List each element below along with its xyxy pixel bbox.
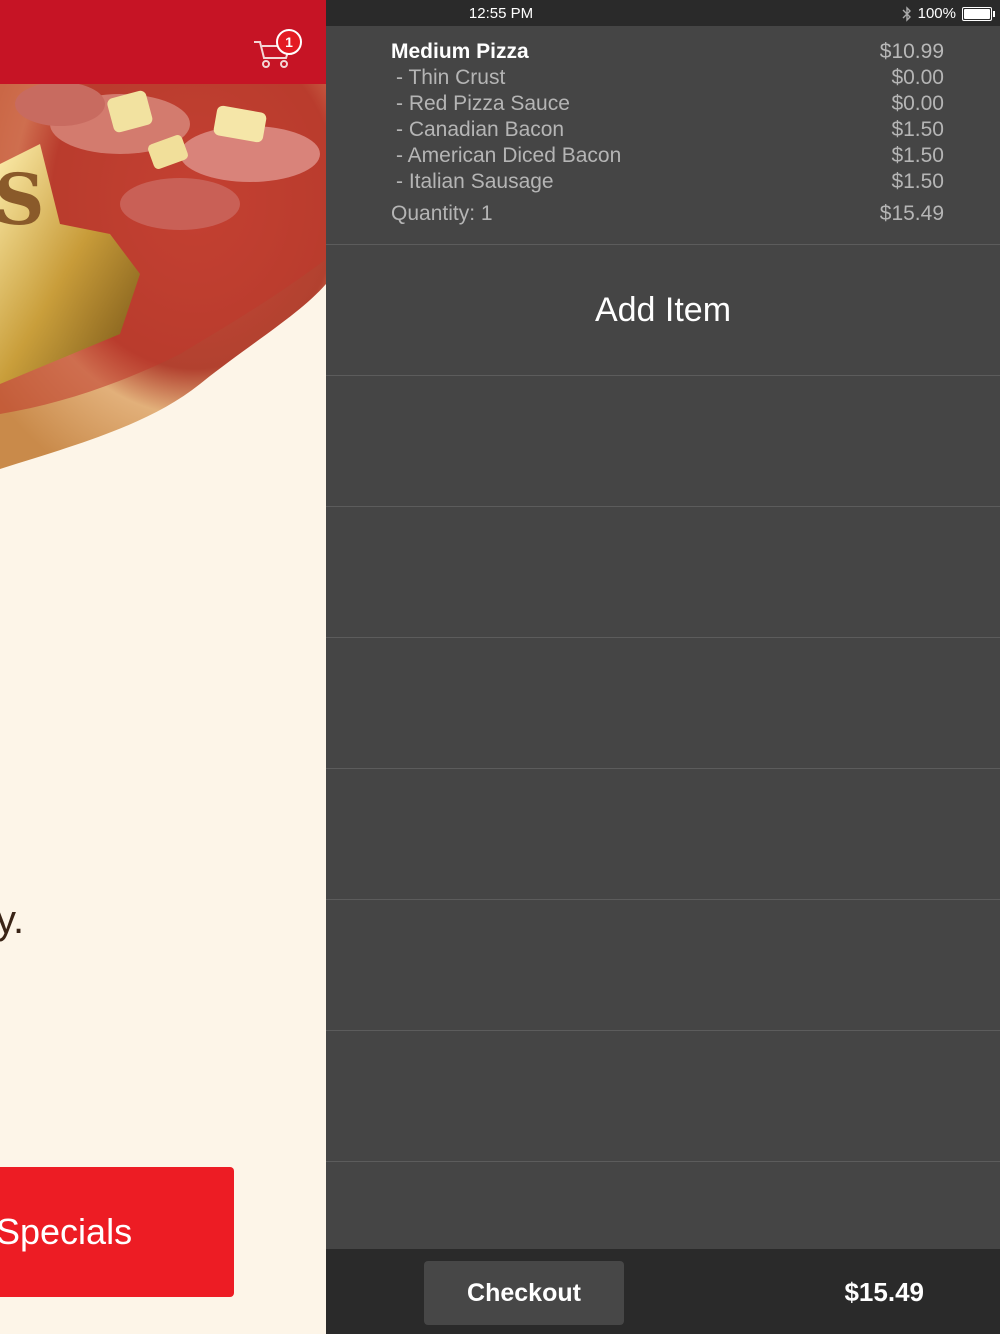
empty-cart-row xyxy=(326,507,1000,638)
modifier-price: $1.50 xyxy=(891,118,944,141)
empty-cart-row xyxy=(326,769,1000,900)
order-total: $15.49 xyxy=(844,1277,924,1307)
left-partial-text: y. xyxy=(0,898,25,942)
bluetooth-icon xyxy=(902,5,911,22)
modifier-row: - Thin Crust $0.00 xyxy=(396,66,944,92)
modifier-price: $1.50 xyxy=(891,170,944,193)
line-total: $15.49 xyxy=(879,202,944,225)
modifier-price: $0.00 xyxy=(891,66,944,89)
modifier-label: - Thin Crust xyxy=(396,66,506,89)
modifier-label: - Canadian Bacon xyxy=(396,118,565,141)
order-line-item[interactable]: Medium Pizza $10.99 - Thin Crust $0.00 -… xyxy=(326,26,1000,245)
empty-cart-row xyxy=(326,376,1000,507)
modifier-row: - Canadian Bacon $1.50 xyxy=(396,118,944,144)
status-bar: 12:55 PM 100% xyxy=(326,0,1000,26)
modifier-price: $0.00 xyxy=(891,92,944,115)
left-header: 1 xyxy=(0,0,326,84)
specials-button[interactable]: Specials xyxy=(0,1167,234,1297)
battery-icon xyxy=(962,6,995,21)
status-time: 12:55 PM xyxy=(468,5,534,22)
cart-panel: Medium Pizza $10.99 - Thin Crust $0.00 -… xyxy=(326,26,1000,1249)
add-item-button[interactable]: Add Item xyxy=(326,245,1000,376)
modifier-label: - American Diced Bacon xyxy=(396,144,622,167)
cart-count-badge: 1 xyxy=(276,29,302,55)
svg-text:S: S xyxy=(0,158,45,241)
checkout-button[interactable]: Checkout xyxy=(424,1261,624,1325)
modifier-row: - Red Pizza Sauce $0.00 xyxy=(396,92,944,118)
status-indicators: 100% xyxy=(902,5,995,22)
modifier-row: - Italian Sausage $1.50 xyxy=(396,170,944,196)
pizza-hero-image: S xyxy=(0,84,326,469)
left-panel: 1 S y. Specials xyxy=(0,0,326,1334)
empty-cart-row xyxy=(326,638,1000,769)
cart-footer: Checkout $15.49 xyxy=(326,1249,1000,1334)
quantity-label: Quantity: 1 xyxy=(391,202,493,225)
empty-cart-row xyxy=(326,1031,1000,1162)
modifier-label: - Italian Sausage xyxy=(396,170,554,193)
item-name: Medium Pizza xyxy=(391,40,529,63)
item-price: $10.99 xyxy=(879,40,944,63)
modifier-label: - Red Pizza Sauce xyxy=(396,92,570,115)
empty-cart-row xyxy=(326,900,1000,1031)
battery-percent: 100% xyxy=(917,5,956,22)
modifier-row: - American Diced Bacon $1.50 xyxy=(396,144,944,170)
modifier-price: $1.50 xyxy=(891,144,944,167)
